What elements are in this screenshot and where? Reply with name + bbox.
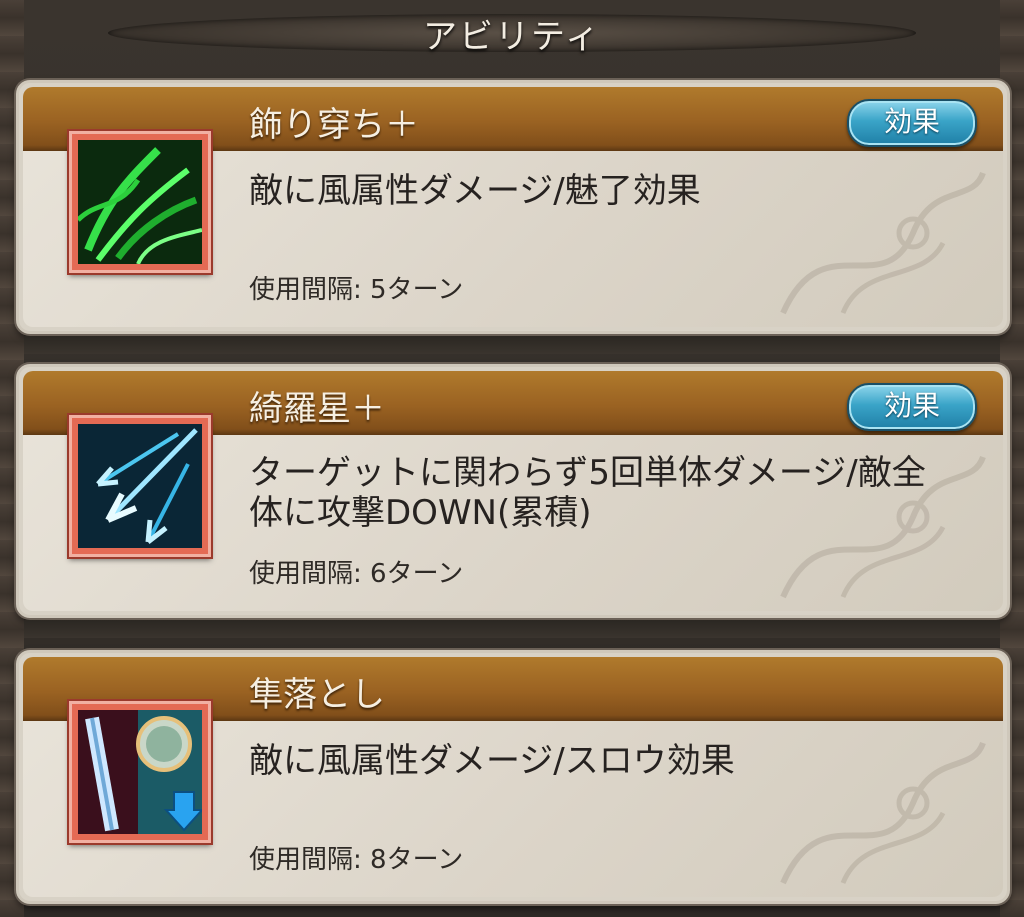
sword-slow-down-icon	[78, 710, 202, 834]
ability-icon-frame	[69, 701, 211, 843]
ability-description: ターゲットに関わらず5回単体ダメージ/敵全体に攻撃DOWN(累積)	[249, 453, 926, 533]
ability-card-2: 綺羅星＋ 効果 ターゲットに関わらず5回単体ダメージ/敵全体に攻撃DOWN(累積…	[16, 364, 1010, 618]
ability-cooldown: 使用間隔: 8ターン	[249, 845, 464, 875]
blue-arrow-volley-icon	[78, 424, 202, 548]
ability-description: 敵に風属性ダメージ/スロウ効果	[249, 741, 735, 781]
page-title: アビリティ	[423, 16, 601, 57]
effect-button[interactable]: 効果	[847, 99, 977, 147]
ability-cooldown: 使用間隔: 5ターン	[249, 275, 464, 305]
ability-name: 綺羅星＋	[249, 389, 385, 429]
ability-card-1: 飾り穿ち＋ 効果 敵に風属性ダメージ/魅了効果 使用間隔: 5ターン	[16, 80, 1010, 334]
effect-button[interactable]: 効果	[847, 383, 977, 431]
ability-name: 隼落とし	[249, 675, 385, 715]
divider	[24, 620, 1000, 638]
ability-card-3: 隼落とし 敵に風属性ダメージ/スロウ効果 使用間隔: 8ターン	[16, 650, 1010, 904]
ability-description: 敵に風属性ダメージ/魅了効果	[249, 171, 701, 211]
ability-icon-frame	[69, 131, 211, 273]
ability-name: 飾り穿ち＋	[249, 105, 419, 145]
green-leaf-slash-icon	[78, 140, 202, 264]
ability-icon-frame	[69, 415, 211, 557]
divider	[24, 336, 1000, 354]
ability-cooldown: 使用間隔: 6ターン	[249, 559, 464, 589]
header: アビリティ	[0, 0, 1024, 66]
